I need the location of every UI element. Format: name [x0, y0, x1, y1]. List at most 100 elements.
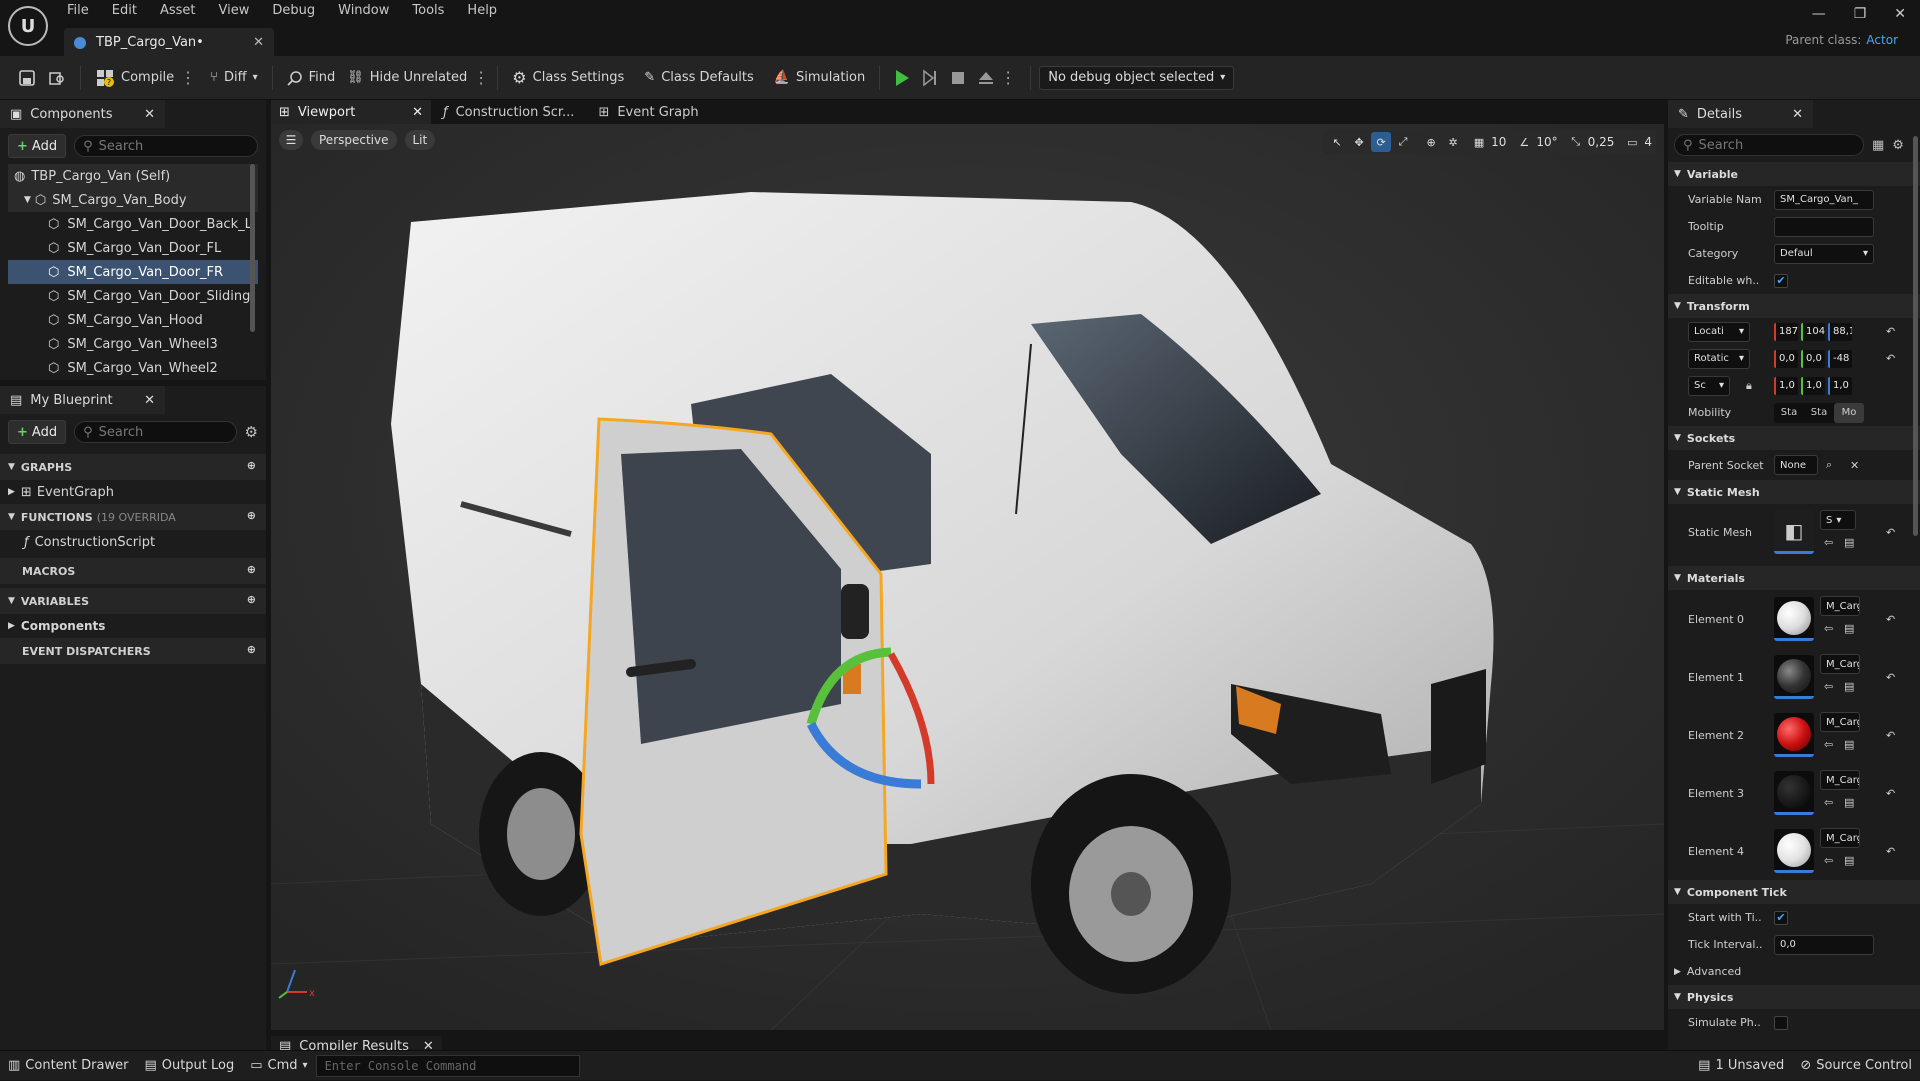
menu-edit[interactable]: Edit: [112, 3, 137, 18]
reset-icon[interactable]: ↶: [1886, 613, 1895, 626]
details-scrollbar[interactable]: [1913, 136, 1918, 536]
move-tool-icon[interactable]: ✥: [1349, 132, 1369, 152]
grid-snap-value[interactable]: 10: [1491, 135, 1506, 149]
menu-debug[interactable]: Debug: [272, 3, 315, 18]
add-macro-icon[interactable]: ⊕: [247, 563, 256, 576]
find-button[interactable]: Find: [281, 63, 342, 93]
tree-item-door-fl[interactable]: ⬡ SM_Cargo_Van_Door_FL: [8, 236, 258, 260]
close-window-icon[interactable]: ✕: [1894, 6, 1906, 22]
scale-x[interactable]: 1,0: [1774, 376, 1798, 395]
event-graph-item[interactable]: ▶ ⊞ EventGraph: [0, 480, 266, 504]
viewport[interactable]: x ☰ Perspective Lit ↖ ✥ ⟳ ⤢ ⊕ ✲ ▦ 10 ∠ 1…: [271, 124, 1664, 1030]
output-log-button[interactable]: ▤ Output Log: [136, 1051, 242, 1081]
menu-tools[interactable]: Tools: [412, 3, 444, 18]
material-thumbnail[interactable]: [1774, 597, 1814, 641]
location-x[interactable]: 187: [1774, 322, 1798, 341]
expand-arrow-icon[interactable]: ▼: [24, 195, 31, 205]
static-mesh-section[interactable]: ▼ Static Mesh: [1668, 480, 1920, 504]
play-button[interactable]: [888, 63, 916, 93]
world-local-icon[interactable]: ⊕: [1421, 132, 1441, 152]
tree-item-door-back-l[interactable]: ⬡ SM_Cargo_Van_Door_Back_L: [8, 212, 258, 236]
location-z[interactable]: 88,1: [1828, 322, 1852, 341]
tree-item-hood[interactable]: ⬡ SM_Cargo_Van_Hood: [8, 308, 258, 332]
grid-snap-icon[interactable]: ▦: [1469, 132, 1489, 152]
browse-icon[interactable]: ▤: [1844, 854, 1854, 867]
menu-view[interactable]: View: [219, 3, 250, 18]
tree-item-body[interactable]: ▼ ⬡ SM_Cargo_Van_Body: [8, 188, 258, 212]
tree-item-door-fr[interactable]: ⬡ SM_Cargo_Van_Door_FR: [8, 260, 258, 284]
start-tick-checkbox[interactable]: ✔: [1774, 910, 1788, 925]
components-search-input[interactable]: ⚲ Search: [74, 135, 258, 157]
editable-checkbox[interactable]: ✔: [1774, 273, 1788, 288]
components-scrollbar[interactable]: [250, 164, 255, 332]
play-options-icon[interactable]: ⋮: [1000, 69, 1016, 86]
use-selected-icon[interactable]: ⇦: [1824, 738, 1833, 751]
scale-snap-value[interactable]: 0,25: [1588, 135, 1615, 149]
rotate-tool-icon[interactable]: ⟳: [1371, 132, 1392, 152]
table-view-icon[interactable]: ▦: [1872, 138, 1884, 153]
category-dropdown[interactable]: Defaul ▾: [1774, 243, 1874, 264]
parent-class-link[interactable]: Actor: [1866, 33, 1898, 47]
reset-icon[interactable]: ↶: [1886, 845, 1895, 858]
scale-y[interactable]: 1,0: [1801, 376, 1825, 395]
console-input[interactable]: Enter Console Command: [315, 1054, 580, 1077]
material-field[interactable]: M_Carg: [1820, 828, 1860, 848]
rotation-dropdown[interactable]: Rotatic ▾: [1688, 348, 1750, 369]
rotation-x[interactable]: 0,0: [1774, 349, 1798, 368]
variables-category[interactable]: ▼ VARIABLES ⊕: [0, 588, 266, 614]
my-blueprint-tab[interactable]: ▤ My Blueprint ✕: [0, 386, 165, 414]
browse-button[interactable]: [42, 63, 72, 93]
debug-object-dropdown[interactable]: No debug object selected ▾: [1039, 65, 1235, 90]
details-tab[interactable]: ✎ Details ✕: [1668, 100, 1813, 128]
add-component-button[interactable]: + Add: [8, 134, 67, 158]
browse-icon[interactable]: ▤: [1844, 622, 1854, 635]
rotation-snap-icon[interactable]: ∠: [1514, 132, 1534, 152]
material-thumbnail[interactable]: [1774, 655, 1814, 699]
menu-window[interactable]: Window: [338, 3, 389, 18]
close-icon[interactable]: ✕: [412, 105, 423, 120]
rotation-z[interactable]: -48: [1828, 349, 1852, 368]
tree-item-self[interactable]: ◍ TBP_Cargo_Van (Self): [8, 164, 258, 188]
unsaved-button[interactable]: ▤ 1 Unsaved: [1690, 1051, 1792, 1081]
minimize-icon[interactable]: —: [1812, 6, 1826, 22]
static-mesh-dropdown[interactable]: S ▾: [1820, 510, 1856, 530]
menu-help[interactable]: Help: [467, 3, 497, 18]
materials-section[interactable]: ▼ Materials: [1668, 566, 1920, 590]
tooltip-field[interactable]: [1774, 216, 1874, 237]
add-dispatcher-icon[interactable]: ⊕: [247, 643, 256, 656]
stop-button[interactable]: [944, 63, 972, 93]
reset-icon[interactable]: ↶: [1886, 671, 1895, 684]
hide-unrelated-button[interactable]: ⛓ Hide Unrelated: [341, 63, 473, 93]
component-tick-section[interactable]: ▼ Component Tick: [1668, 880, 1920, 904]
browse-icon[interactable]: ▤: [1844, 536, 1854, 549]
clear-icon[interactable]: ✕: [1850, 459, 1859, 472]
close-icon[interactable]: ✕: [144, 393, 155, 408]
use-selected-icon[interactable]: ⇦: [1824, 854, 1833, 867]
mobility-movable[interactable]: Mo: [1834, 402, 1864, 423]
add-variable-icon[interactable]: ⊕: [247, 593, 256, 606]
restore-icon[interactable]: ❐: [1854, 6, 1867, 22]
menu-file[interactable]: File: [67, 3, 89, 18]
expand-arrow-icon[interactable]: ▶: [8, 621, 15, 631]
tab-viewport[interactable]: ⊞ Viewport ✕: [271, 100, 431, 124]
save-button[interactable]: [12, 63, 42, 93]
physics-section[interactable]: ▼ Physics: [1668, 985, 1920, 1009]
perspective-button[interactable]: Perspective: [311, 130, 397, 150]
close-icon[interactable]: ✕: [144, 107, 155, 122]
tree-item-wheel2[interactable]: ⬡ SM_Cargo_Van_Wheel2: [8, 356, 258, 380]
tree-item-wheel3[interactable]: ⬡ SM_Cargo_Van_Wheel3: [8, 332, 258, 356]
macros-category[interactable]: MACROS ⊕: [0, 558, 266, 584]
add-function-icon[interactable]: ⊕: [247, 509, 256, 522]
menu-asset[interactable]: Asset: [160, 3, 196, 18]
location-y[interactable]: 104: [1801, 322, 1825, 341]
compile-options-icon[interactable]: ⋮: [180, 69, 196, 86]
document-tab[interactable]: TBP_Cargo_Van• ✕: [64, 28, 274, 57]
step-button[interactable]: [916, 63, 944, 93]
tab-event-graph[interactable]: ⊞ Event Graph: [586, 100, 710, 124]
material-field[interactable]: M_Carg: [1820, 712, 1860, 732]
compile-button[interactable]: ? Compile: [89, 63, 180, 93]
reset-icon[interactable]: ↶: [1886, 325, 1895, 338]
rotation-snap-value[interactable]: 10°: [1536, 135, 1557, 149]
my-blueprint-search-input[interactable]: ⚲ Search: [74, 421, 237, 443]
close-icon[interactable]: ✕: [1792, 107, 1803, 122]
